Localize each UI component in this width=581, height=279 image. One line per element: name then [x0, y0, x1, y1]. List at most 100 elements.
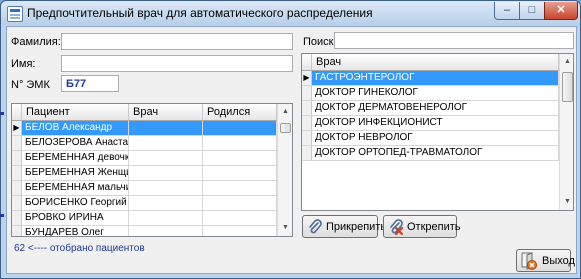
table-row[interactable]: БРОВКО ИРИНА	[12, 211, 277, 226]
row-indicator-icon[interactable]: ▶	[12, 121, 22, 136]
row-header[interactable]	[12, 166, 22, 181]
doctor-name-cell[interactable]: ДОКТОР ИНФЕКЦИОНИСТ	[312, 116, 559, 131]
table-cell-born[interactable]	[203, 136, 277, 151]
detach-paperclip-icon	[390, 219, 404, 235]
scroll-down-icon[interactable]: ▼	[278, 220, 292, 236]
doctor-name-cell[interactable]: ДОКТОР ДЕРМАТОВЕНЕРОЛОГ	[312, 101, 559, 116]
background-decoration	[0, 112, 4, 115]
maximize-button[interactable]: □	[519, 2, 545, 20]
doctor-list-item[interactable]: ▶ ГАСТРОЭНТЕРОЛОГ	[302, 71, 559, 86]
row-header[interactable]	[302, 146, 312, 161]
surname-input[interactable]	[61, 33, 293, 50]
table-row[interactable]: БОРИСЕНКО Георгий	[12, 196, 277, 211]
row-header[interactable]	[12, 196, 22, 211]
doctors-grid[interactable]: Врач ▶ ГАСТРОЭНТЕРОЛОГ ДОКТОР ГИНЕКОЛОГ ДОК…	[301, 53, 574, 211]
detach-label: Открепить	[407, 221, 461, 233]
table-cell-born[interactable]	[203, 226, 277, 236]
attach-label: Прикрепить	[326, 221, 387, 233]
search-input[interactable]	[334, 32, 574, 49]
table-cell-born[interactable]	[203, 196, 277, 211]
emk-input[interactable]: Б77	[61, 75, 119, 92]
doctors-scrollbar[interactable]: ▲ ▼	[559, 54, 573, 210]
table-cell-doctor[interactable]	[129, 136, 203, 151]
row-header[interactable]	[12, 136, 22, 151]
table-cell-born[interactable]	[203, 211, 277, 226]
emk-label: N° ЭМК	[11, 79, 50, 91]
grid-corner	[12, 104, 22, 121]
name-input[interactable]	[61, 55, 293, 72]
column-header-doctor-name[interactable]: Врач	[312, 54, 559, 71]
row-header[interactable]	[302, 116, 312, 131]
doctor-name-cell[interactable]: ДОКТОР НЕВРОЛОГ	[312, 131, 559, 146]
table-cell-born[interactable]	[203, 121, 277, 136]
table-cell-patient[interactable]: БЕРЕМЕННАЯ мальчик	[22, 181, 129, 196]
table-cell-patient[interactable]: БЕЛОВ Александр	[22, 121, 129, 136]
column-header-patient[interactable]: Пациент	[22, 104, 129, 121]
row-header[interactable]	[302, 86, 312, 101]
doctor-name-cell[interactable]: ДОКТОР ОРТОПЕД-ТРАВМАТОЛОГ	[312, 146, 559, 161]
name-label: Имя:	[11, 58, 36, 70]
row-header[interactable]	[302, 131, 312, 146]
doctor-name-cell[interactable]: ДОКТОР ГИНЕКОЛОГ	[312, 86, 559, 101]
patients-grid[interactable]: Пациент Врач Родился ▶ БЕЛОВ Александр БЕЛ…	[11, 103, 293, 237]
table-cell-doctor[interactable]	[129, 121, 203, 136]
exit-door-icon	[521, 252, 537, 270]
column-header-doctor[interactable]: Врач	[129, 104, 203, 121]
table-cell-doctor[interactable]	[129, 181, 203, 196]
patients-count-text: <---- отобрано пациентов	[27, 243, 145, 254]
minimize-button[interactable]: ‒	[494, 2, 520, 20]
paperclip-icon	[309, 219, 322, 234]
exit-label: Выход	[542, 255, 575, 267]
exit-button[interactable]: Выход	[516, 249, 575, 272]
detach-button[interactable]: Открепить	[383, 215, 461, 238]
patients-scrollbar[interactable]: ▲ ▼	[277, 104, 292, 236]
surname-label: Фамилия:	[11, 36, 61, 48]
doctor-list-item[interactable]: ДОКТОР ДЕРМАТОВЕНЕРОЛОГ	[302, 101, 559, 116]
table-cell-patient[interactable]: БЕРЕМЕННАЯ Женщина	[22, 166, 129, 181]
table-cell-patient[interactable]: БОРИСЕНКО Георгий	[22, 196, 129, 211]
table-cell-doctor[interactable]	[129, 166, 203, 181]
app-icon	[7, 6, 23, 22]
doctors-grid-corner	[302, 54, 312, 71]
table-row[interactable]: БЕРЕМЕННАЯ девочка	[12, 151, 277, 166]
doctor-list-item[interactable]: ДОКТОР ОРТОПЕД-ТРАВМАТОЛОГ	[302, 146, 559, 161]
window-title: Предпочтительный врач для автоматическог…	[27, 6, 373, 20]
scroll-down-icon[interactable]: ▼	[560, 194, 573, 210]
table-cell-doctor[interactable]	[129, 196, 203, 211]
scroll-thumb[interactable]	[562, 72, 573, 102]
doctor-list-item[interactable]: ДОКТОР ГИНЕКОЛОГ	[302, 86, 559, 101]
table-row[interactable]: БУНДАРЕВ Олег	[12, 226, 277, 236]
scroll-up-icon[interactable]: ▲	[278, 104, 292, 120]
column-header-born[interactable]: Родился	[203, 104, 277, 121]
scroll-thumb[interactable]	[280, 123, 291, 133]
table-row[interactable]: БЕРЕМЕННАЯ Женщина	[12, 166, 277, 181]
table-cell-doctor[interactable]	[129, 151, 203, 166]
doctor-list-item[interactable]: ДОКТОР НЕВРОЛОГ	[302, 131, 559, 146]
table-row[interactable]: БЕРЕМЕННАЯ мальчик	[12, 181, 277, 196]
table-row[interactable]: БЕЛОЗЕРОВА Анастасия	[12, 136, 277, 151]
table-cell-doctor[interactable]	[129, 211, 203, 226]
table-row[interactable]: ▶ БЕЛОВ Александр	[12, 121, 277, 136]
row-indicator-icon[interactable]: ▶	[302, 71, 312, 86]
table-cell-patient[interactable]: БУНДАРЕВ Олег	[22, 226, 129, 236]
table-cell-patient[interactable]: БЕРЕМЕННАЯ девочка	[22, 151, 129, 166]
background-decoration	[0, 214, 4, 217]
close-button[interactable]: ✕	[544, 2, 578, 20]
dialog-body: Фамилия: Имя: N° ЭМК Б77 Поиск: Пациент …	[6, 26, 577, 274]
doctor-name-cell[interactable]: ГАСТРОЭНТЕРОЛОГ	[312, 71, 559, 86]
row-header[interactable]	[302, 101, 312, 116]
table-cell-born[interactable]	[203, 181, 277, 196]
table-cell-patient[interactable]: БЕЛОЗЕРОВА Анастасия	[22, 136, 129, 151]
scroll-up-icon[interactable]: ▲	[560, 54, 573, 70]
row-header[interactable]	[12, 211, 22, 226]
table-cell-doctor[interactable]	[129, 226, 203, 236]
row-header[interactable]	[12, 226, 22, 236]
table-cell-born[interactable]	[203, 151, 277, 166]
table-cell-patient[interactable]: БРОВКО ИРИНА	[22, 211, 129, 226]
row-header[interactable]	[12, 151, 22, 166]
doctor-list-item[interactable]: ДОКТОР ИНФЕКЦИОНИСТ	[302, 116, 559, 131]
title-bar[interactable]: Предпочтительный врач для автоматическог…	[1, 1, 580, 25]
attach-button[interactable]: Прикрепить	[302, 215, 386, 238]
table-cell-born[interactable]	[203, 166, 277, 181]
row-header[interactable]	[12, 181, 22, 196]
